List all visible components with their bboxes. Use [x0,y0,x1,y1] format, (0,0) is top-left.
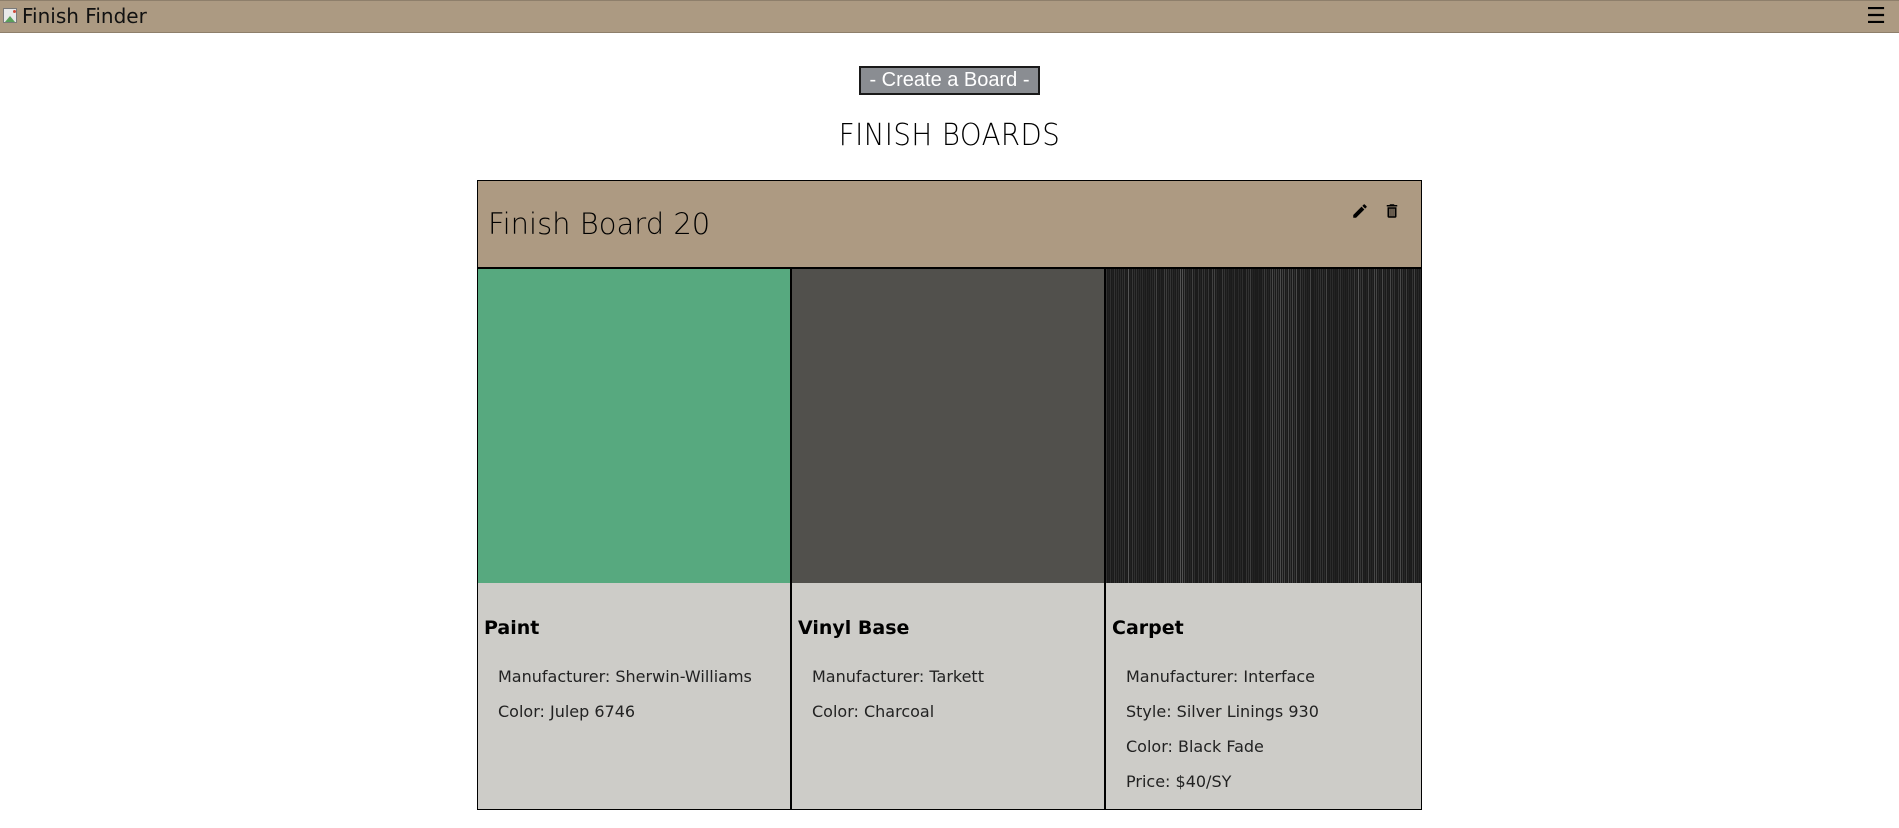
finish-items-grid: Paint Manufacturer: Sherwin-Williams Col… [478,269,1421,809]
page-title: FINISH BOARDS [838,118,1061,153]
item-info: Paint Manufacturer: Sherwin-Williams Col… [478,583,790,809]
top-nav-bar: Finish Finder ☰ [0,0,1899,33]
create-board-button[interactable]: - Create a Board - [859,66,1040,95]
item-spec: Color: Charcoal [812,702,935,721]
paint-swatch [478,269,790,583]
item-spec: Color: Julep 6746 [498,702,636,721]
carpet-swatch [1106,269,1421,583]
item-spec: Style: Silver Linings 930 [1126,702,1319,721]
item-info: Carpet Manufacturer: Interface Style: Si… [1106,583,1421,809]
broken-image-icon [2,7,19,25]
item-name: Vinyl Base [798,617,910,639]
item-spec: Color: Black Fade [1126,737,1264,756]
item-spec: Price: $40/SY [1126,772,1232,791]
item-spec: Manufacturer: Interface [1126,667,1316,686]
brand-alt-text: Finish Finder [22,4,147,28]
board-title: Finish Board 20 [488,207,711,241]
item-spec: Manufacturer: Tarkett [812,667,984,686]
finish-item-paint[interactable]: Paint Manufacturer: Sherwin-Williams Col… [478,269,792,809]
finish-item-vinyl-base[interactable]: Vinyl Base Manufacturer: Tarkett Color: … [792,269,1106,809]
item-info: Vinyl Base Manufacturer: Tarkett Color: … [792,583,1104,809]
finish-item-carpet[interactable]: Carpet Manufacturer: Interface Style: Si… [1106,269,1421,809]
brand-logo-link[interactable]: Finish Finder [2,4,147,28]
item-name: Carpet [1112,617,1184,639]
item-spec: Manufacturer: Sherwin-Williams [498,667,752,686]
trash-icon[interactable] [1380,199,1404,223]
item-name: Paint [484,617,540,639]
hamburger-menu-icon[interactable]: ☰ [1865,4,1887,29]
vinyl-base-swatch [792,269,1104,583]
pencil-icon[interactable] [1348,199,1372,223]
board-header: Finish Board 20 [478,181,1421,269]
finish-board-card: Finish Board 20 Paint Manufacturer: Sher… [477,180,1422,810]
